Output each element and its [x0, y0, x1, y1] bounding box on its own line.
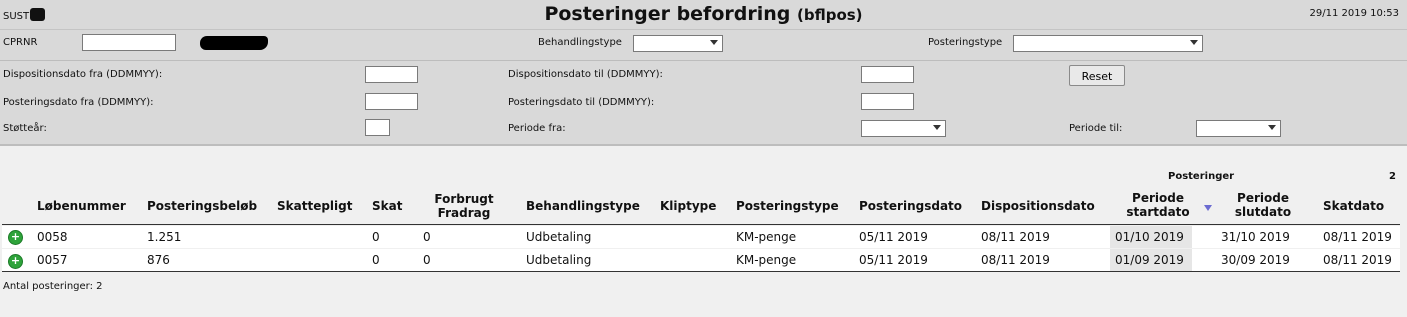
disp-fra-label: Dispositionsdato fra (DDMMYY):	[3, 69, 163, 80]
cell-skatdato: 08/11 2019	[1323, 253, 1392, 267]
title-bar: SUST Posteringer befordring (bflpos) 29/…	[0, 0, 1407, 29]
chevron-down-icon	[710, 40, 718, 45]
expand-row-icon[interactable]: +	[8, 230, 23, 245]
cell-posteringsdato: 05/11 2019	[859, 230, 928, 244]
post-til-input[interactable]	[861, 93, 914, 110]
col-periode-slut-line2: slutdato	[1234, 205, 1292, 219]
cell-posteringsbelob: 876	[147, 253, 170, 267]
summary-count: 2	[1389, 171, 1396, 182]
cell-periode-start: 01/09 2019	[1115, 253, 1184, 267]
cell-periode-slut: 30/09 2019	[1221, 253, 1290, 267]
datetime: 29/11 2019 10:53	[1309, 8, 1399, 19]
col-forbrugt-fradrag[interactable]: Forbrugt Fradrag	[432, 192, 496, 220]
behandlingstype-select[interactable]	[633, 35, 723, 52]
col-posteringstype[interactable]: Posteringstype	[736, 199, 839, 213]
chevron-down-icon	[1190, 40, 1198, 45]
page-title-code: (bflpos)	[797, 6, 863, 24]
cell-periode-start: 01/10 2019	[1115, 230, 1184, 244]
disp-til-label: Dispositionsdato til (DDMMYY):	[508, 69, 663, 80]
posteringstype-select[interactable]	[1013, 35, 1203, 52]
disp-fra-input[interactable]	[365, 66, 418, 83]
col-periode-start-line2: startdato	[1126, 205, 1190, 219]
cell-posteringstype: KM-penge	[736, 230, 797, 244]
cell-behandlingstype: Udbetaling	[526, 230, 592, 244]
cell-skat: 0	[372, 253, 380, 267]
col-periode-slut-line1: Periode	[1237, 191, 1289, 205]
page-title: Posteringer befordring (bflpos)	[0, 3, 1407, 25]
periode-til-select[interactable]	[1196, 120, 1281, 137]
col-skat[interactable]: Skat	[372, 199, 402, 213]
col-forbrugt-line2: Fradrag	[437, 206, 491, 220]
cell-lobenummer: 0058	[37, 230, 68, 244]
behandlingstype-label: Behandlingstype	[538, 37, 622, 48]
cell-posteringsdato: 05/11 2019	[859, 253, 928, 267]
col-skatdato[interactable]: Skatdato	[1323, 199, 1384, 213]
cprnr-label: CPRNR	[3, 37, 38, 48]
post-fra-input[interactable]	[365, 93, 418, 110]
cell-dispositionsdato: 08/11 2019	[981, 230, 1050, 244]
col-kliptype[interactable]: Kliptype	[660, 199, 716, 213]
posteringstype-label: Posteringstype	[928, 37, 1003, 48]
reset-button[interactable]: Reset	[1069, 65, 1125, 86]
cell-lobenummer: 0057	[37, 253, 68, 267]
table-bottom-divider	[2, 271, 1400, 272]
col-skattepligt[interactable]: Skattepligt	[277, 199, 352, 213]
table-row[interactable]	[2, 226, 1400, 248]
cell-dispositionsdato: 08/11 2019	[981, 253, 1050, 267]
expand-row-icon[interactable]: +	[8, 254, 23, 269]
periode-til-label: Periode til:	[1069, 123, 1123, 134]
col-periode-slutdato[interactable]: Periode slutdato	[1223, 191, 1303, 219]
post-fra-label: Posteringsdato fra (DDMMYY):	[3, 97, 154, 108]
chevron-down-icon	[933, 125, 941, 130]
redacted-name	[200, 36, 268, 50]
stotteaar-input[interactable]	[365, 119, 390, 136]
cprnr-input[interactable]	[82, 34, 176, 51]
table-row[interactable]	[2, 249, 1400, 271]
col-dispositionsdato[interactable]: Dispositionsdato	[981, 199, 1095, 213]
cell-skat: 0	[372, 230, 380, 244]
cell-periode-slut: 31/10 2019	[1221, 230, 1290, 244]
post-til-label: Posteringsdato til (DDMMYY):	[508, 97, 655, 108]
cell-skatdato: 08/11 2019	[1323, 230, 1392, 244]
header-divider	[2, 224, 1400, 225]
page-title-text: Posteringer befordring	[544, 3, 791, 25]
footer-count: Antal posteringer: 2	[3, 281, 103, 292]
col-posteringsbelob[interactable]: Posteringsbeløb	[147, 199, 257, 213]
cell-posteringstype: KM-penge	[736, 253, 797, 267]
cell-posteringsbelob: 1.251	[147, 230, 182, 244]
stotteaar-label: Støtteår:	[3, 123, 47, 134]
cell-behandlingstype: Udbetaling	[526, 253, 592, 267]
col-periode-start-line1: Periode	[1132, 191, 1184, 205]
col-posteringsdato[interactable]: Posteringsdato	[859, 199, 962, 213]
sort-descending-icon[interactable]	[1204, 205, 1212, 211]
summary-label: Posteringer	[1168, 171, 1235, 182]
col-forbrugt-line1: Forbrugt	[434, 192, 494, 206]
cell-forbrugt: 0	[423, 253, 431, 267]
periode-fra-label: Periode fra:	[508, 123, 566, 134]
periode-fra-select[interactable]	[861, 120, 946, 137]
chevron-down-icon	[1268, 125, 1276, 130]
col-behandlingstype[interactable]: Behandlingstype	[526, 199, 640, 213]
col-periode-startdato[interactable]: Periode startdato	[1118, 191, 1198, 219]
cell-forbrugt: 0	[423, 230, 431, 244]
disp-til-input[interactable]	[861, 66, 914, 83]
col-lobenummer[interactable]: Løbenummer	[37, 199, 126, 213]
